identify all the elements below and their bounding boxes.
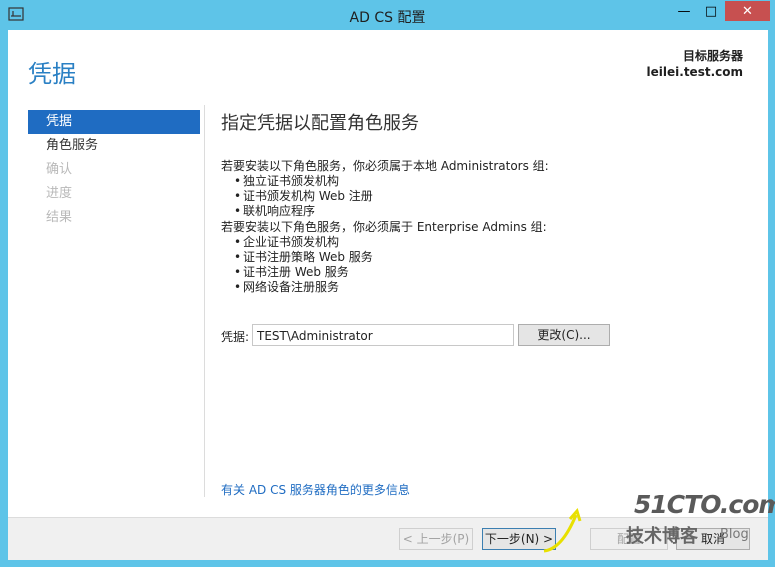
nav-item-role-services[interactable]: 角色服务 — [28, 134, 200, 158]
bullet: • — [234, 174, 242, 188]
annotation-arrow-icon — [543, 507, 582, 553]
bullet: • — [234, 280, 242, 294]
requirements-text: 若要安装以下角色服务，你必须属于本地 Administrators 组: • 独立… — [221, 158, 741, 295]
target-server-label: 目标服务器 — [682, 49, 743, 63]
wizard-nav: 凭据 角色服务 确认 进度 结果 — [28, 110, 200, 230]
list-item-label: 企业证书颁发机构 — [243, 235, 340, 249]
list-item: • 网络设备注册服务 — [221, 280, 741, 295]
window-title: AD CS 配置 — [349, 10, 426, 26]
credentials-row: 凭据: TEST\Administrator 更改(C)... — [221, 324, 621, 348]
enterprise-admin-requirement: 若要安装以下角色服务，你必须属于 Enterprise Admins 组: — [221, 220, 547, 234]
bullet: • — [234, 189, 242, 203]
title-bar: AD CS 配置 — □ ✕ — [0, 0, 775, 30]
list-item-label: 独立证书颁发机构 — [243, 174, 340, 188]
list-item-label: 联机响应程序 — [243, 204, 316, 218]
more-info-link[interactable]: 有关 AD CS 服务器角色的更多信息 — [221, 481, 410, 498]
watermark-logo-text: 51CTO.com — [634, 490, 775, 519]
watermark: 51CTO.com 技术博客 Blog — [626, 490, 775, 550]
list-item: • 证书注册策略 Web 服务 — [221, 250, 741, 265]
change-credentials-button[interactable]: 更改(C)... — [518, 324, 610, 346]
nav-item-credentials[interactable]: 凭据 — [28, 110, 200, 134]
local-admin-requirement: 若要安装以下角色服务，你必须属于本地 Administrators 组: — [221, 159, 549, 173]
nav-item-results: 结果 — [46, 210, 73, 225]
list-item: • 证书注册 Web 服务 — [221, 265, 741, 280]
adcs-config-window: AD CS 配置 — □ ✕ 凭据 目标服务器 leilei.test.com … — [0, 0, 775, 567]
bullet: • — [234, 235, 242, 249]
page-title: 凭据 — [28, 60, 76, 88]
bullet: • — [234, 265, 242, 279]
watermark-subtitle: 技术博客 — [626, 526, 698, 547]
credentials-field[interactable]: TEST\Administrator — [252, 324, 514, 346]
target-server-name: leilei.test.com — [646, 65, 743, 79]
previous-button[interactable]: < 上一步(P) — [399, 528, 473, 550]
nav-item-progress: 进度 — [46, 186, 73, 201]
list-item: • 证书颁发机构 Web 注册 — [221, 189, 741, 204]
list-item-label: 网络设备注册服务 — [243, 280, 340, 294]
minimize-button[interactable]: — — [671, 1, 697, 21]
maximize-button[interactable]: □ — [698, 1, 724, 21]
nav-divider — [204, 105, 205, 497]
list-item: • 联机响应程序 — [221, 204, 741, 219]
main-heading: 指定凭据以配置角色服务 — [221, 113, 419, 134]
list-item-label: 证书注册策略 Web 服务 — [243, 250, 373, 264]
nav-item-confirmation: 确认 — [46, 162, 73, 177]
bullet: • — [234, 204, 242, 218]
list-item: • 企业证书颁发机构 — [221, 235, 741, 250]
list-item-label: 证书颁发机构 Web 注册 — [243, 189, 373, 203]
wizard-client-area: 凭据 目标服务器 leilei.test.com 凭据 角色服务 确认 进度 结… — [8, 30, 768, 560]
list-item: • 独立证书颁发机构 — [221, 174, 741, 189]
bullet: • — [234, 250, 242, 264]
close-button[interactable]: ✕ — [725, 1, 770, 21]
watermark-blog: Blog — [720, 527, 749, 542]
credentials-label: 凭据: — [221, 330, 250, 344]
list-item-label: 证书注册 Web 服务 — [243, 265, 349, 279]
